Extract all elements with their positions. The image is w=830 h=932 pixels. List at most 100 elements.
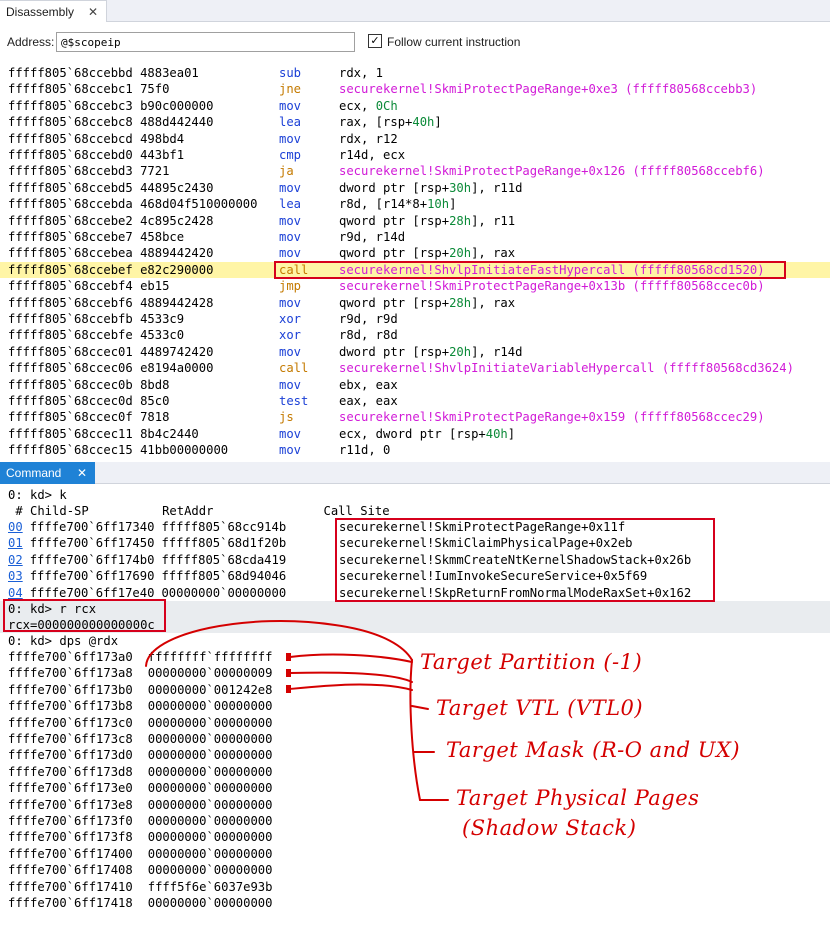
opcode: ja	[279, 164, 294, 179]
symbol-link[interactable]: securekernel!SkmiProtectPageRange+0x126 …	[339, 164, 765, 178]
instruction-address: fffff805`68ccebd0 443bf1	[8, 148, 185, 162]
disassembly-line[interactable]: fffff805`68ccebcd 498bd4 mov rdx, r12	[0, 131, 830, 147]
operands: ebx, eax	[339, 377, 398, 393]
frame-number-link[interactable]: 04	[8, 586, 23, 600]
disassembly-line[interactable]: fffff805`68ccebf4 eb15 jmp securekernel!Sk…	[0, 278, 830, 294]
frame-child-sp: ffffe700`6ff17450	[29, 536, 155, 551]
disassembly-line[interactable]: fffff805`68ccec01 4489742420 mov dword ptr…	[0, 344, 830, 360]
symbol-link[interactable]: securekernel!SkmiProtectPageRange+0xe3 (…	[339, 82, 757, 96]
follow-instruction-checkbox[interactable]: ✓	[368, 34, 382, 48]
dps-address: ffffe700`6ff173d0	[8, 748, 133, 763]
dps-value: 00000000`00000000	[147, 896, 273, 910]
operand-number: 28h	[449, 213, 472, 228]
dps-value: 00000000`00000000	[147, 748, 273, 763]
instruction-address: fffff805`68ccebfb 4533c9	[8, 312, 185, 326]
dps-address: ffffe700`6ff173e8	[8, 797, 133, 812]
opcode: mov	[279, 426, 302, 441]
frame-ret-addr: fffff805`68cda419	[161, 552, 287, 567]
dps-row: ffffe700`6ff173c8 00000000`00000000	[8, 731, 273, 747]
operand-text: rax, [rsp+	[339, 115, 413, 130]
follow-instruction-label: Follow current instruction	[387, 35, 521, 49]
frame-number-link[interactable]: 02	[8, 553, 23, 567]
opcode: mov	[279, 230, 302, 244]
disassembly-line[interactable]: fffff805`68ccebd3 7721 ja securekernel!Skm…	[0, 163, 830, 179]
tab-command-label: Command	[6, 466, 62, 480]
disassembly-line[interactable]: fffff805`68ccebd0 443bf1 cmp r14d, ecx	[0, 147, 830, 163]
frame-ret-addr: fffff805`68d94046	[161, 569, 287, 584]
disassembly-line[interactable]: fffff805`68ccebd5 44895c2430 mov dword ptr…	[0, 180, 830, 196]
operands: dword ptr [rsp+20h], r14d	[339, 344, 522, 360]
instruction-address: fffff805`68ccebe7 458bce	[8, 230, 185, 244]
disassembly-line[interactable]: fffff805`68ccec06 e8194a0000 call secureke…	[0, 360, 830, 376]
operands: r9d, r9d	[339, 311, 398, 327]
operand-text: ], rax	[471, 246, 516, 261]
close-icon[interactable]: ✕	[75, 466, 89, 480]
symbol-link[interactable]: securekernel!SkmiProtectPageRange+0x13b …	[339, 279, 765, 293]
disassembly-line[interactable]: fffff805`68ccebe2 4c895c2428 mov qword ptr…	[0, 213, 830, 229]
opcode: jne	[279, 82, 302, 97]
dps-row: ffffe700`6ff173a0 ffffffff`ffffffff	[8, 649, 273, 665]
tab-command[interactable]: Command ✕	[0, 462, 95, 484]
disassembly-line[interactable]: fffff805`68ccebef e82c290000 call secureke…	[0, 261, 830, 278]
disassembly-line[interactable]: fffff805`68ccec0f 7818 js securekernel!Skm…	[0, 409, 830, 425]
operands: securekernel!SkmiProtectPageRange+0x13b …	[339, 278, 765, 294]
frame-call-site: securekernel!SkpReturnFromNormalModeRaxS…	[339, 585, 692, 600]
dps-value: 00000000`00000000	[147, 699, 273, 714]
symbol-link[interactable]: securekernel!ShvlpInitiateVariableHyperc…	[339, 361, 794, 375]
prompt-k: 0: kd> k	[8, 488, 67, 502]
disassembly-line[interactable]: fffff805`68ccec0b 8bd8 mov ebx, eax	[0, 377, 830, 393]
dps-row: ffffe700`6ff173e8 00000000`00000000	[8, 797, 273, 813]
dps-value: 00000000`00000000	[147, 863, 273, 878]
annotation-shadow-stack: (Shadow Stack)	[462, 816, 637, 840]
operand-text: rdx, 1	[339, 66, 384, 80]
operands: ecx, 0Ch	[339, 98, 398, 114]
opcode: cmp	[279, 148, 302, 162]
operands: qword ptr [rsp+28h], r11	[339, 213, 515, 229]
disassembly-line[interactable]: fffff805`68ccebe7 458bce mov r9d, r14d	[0, 229, 830, 245]
instruction-address: fffff805`68ccec06 e8194a0000	[8, 361, 214, 376]
frame-number-link[interactable]: 01	[8, 536, 23, 550]
operand-number: 0Ch	[375, 98, 398, 113]
operands: securekernel!ShvlpInitiateVariableHyperc…	[339, 360, 794, 376]
command-output[interactable]: 0: kd> k # Child-SP RetAddr Call Site 00…	[0, 484, 830, 932]
disassembly-line[interactable]: fffff805`68ccebc3 b90c000000 mov ecx, 0Ch	[0, 98, 830, 114]
operands: rdx, r12	[339, 131, 398, 147]
dps-row: ffffe700`6ff173d8 00000000`00000000	[8, 764, 273, 780]
disassembly-listing[interactable]: fffff805`68ccebbd 4883ea01 sub rdx, 1 fffff…	[0, 62, 830, 458]
dps-address: ffffe700`6ff173b0	[8, 682, 133, 697]
stack-frame-row: 02 ffffe700`6ff174b0 fffff805`68cda419 secu…	[8, 552, 691, 568]
operands: r8d, [r14*8+10h]	[339, 196, 456, 212]
dps-row: ffffe700`6ff173e0 00000000`00000000	[8, 780, 273, 796]
disassembly-line[interactable]: fffff805`68ccebfb 4533c9 xor r9d, r9d	[0, 311, 830, 327]
disassembly-line[interactable]: fffff805`68ccebbd 4883ea01 sub rdx, 1	[0, 65, 830, 81]
disassembly-line[interactable]: fffff805`68ccec15 41bb00000000 mov r11d, 0	[0, 442, 830, 458]
frame-number-link[interactable]: 03	[8, 569, 23, 583]
disassembly-line[interactable]: fffff805`68ccebea 4889442420 mov qword ptr…	[0, 245, 830, 261]
dps-address: ffffe700`6ff173d8	[8, 764, 133, 779]
disassembly-line[interactable]: fffff805`68ccebfe 4533c0 xor r8d, r8d	[0, 327, 830, 343]
operand-text: r8d, r8d	[339, 328, 398, 343]
disassembly-line[interactable]: fffff805`68ccebc8 488d442440 lea rax, [rsp…	[0, 114, 830, 130]
disassembly-line[interactable]: fffff805`68ccebda 468d04f510000000 lea r8d…	[0, 196, 830, 212]
symbol-link[interactable]: securekernel!ShvlpInitiateFastHypercall …	[339, 263, 765, 277]
frame-number-link[interactable]: 00	[8, 520, 23, 534]
annotation-target-partition: Target Partition (-1)	[420, 650, 643, 674]
dps-row: ffffe700`6ff173f8 00000000`00000000	[8, 829, 273, 845]
disassembly-line[interactable]: fffff805`68ccec11 8b4c2440 mov ecx, dword …	[0, 426, 830, 442]
disassembly-line[interactable]: fffff805`68ccec0d 85c0 test eax, eax	[0, 393, 830, 409]
close-icon[interactable]: ✕	[86, 5, 100, 19]
dps-value: 00000000`00000000	[147, 781, 273, 796]
symbol-link[interactable]: securekernel!SkmiProtectPageRange+0x159 …	[339, 410, 765, 424]
instruction-address: fffff805`68ccebef e82c290000	[8, 262, 214, 277]
tab-disassembly[interactable]: Disassembly ✕	[0, 0, 107, 22]
disassembly-line[interactable]: fffff805`68ccebf6 4889442428 mov qword ptr…	[0, 295, 830, 311]
rcx-output: rcx=000000000000000c	[8, 618, 155, 632]
opcode: mov	[279, 98, 302, 113]
operand-text: ], r11d	[471, 180, 523, 195]
dps-value: 00000000`00000000	[147, 732, 273, 746]
disassembly-line[interactable]: fffff805`68ccebc1 75f0 jne securekernel!Sk…	[0, 81, 830, 97]
dps-address: ffffe700`6ff17408	[8, 863, 133, 878]
address-input[interactable]	[56, 32, 355, 52]
dps-address: ffffe700`6ff173a0	[8, 650, 133, 664]
address-label: Address:	[7, 35, 55, 49]
